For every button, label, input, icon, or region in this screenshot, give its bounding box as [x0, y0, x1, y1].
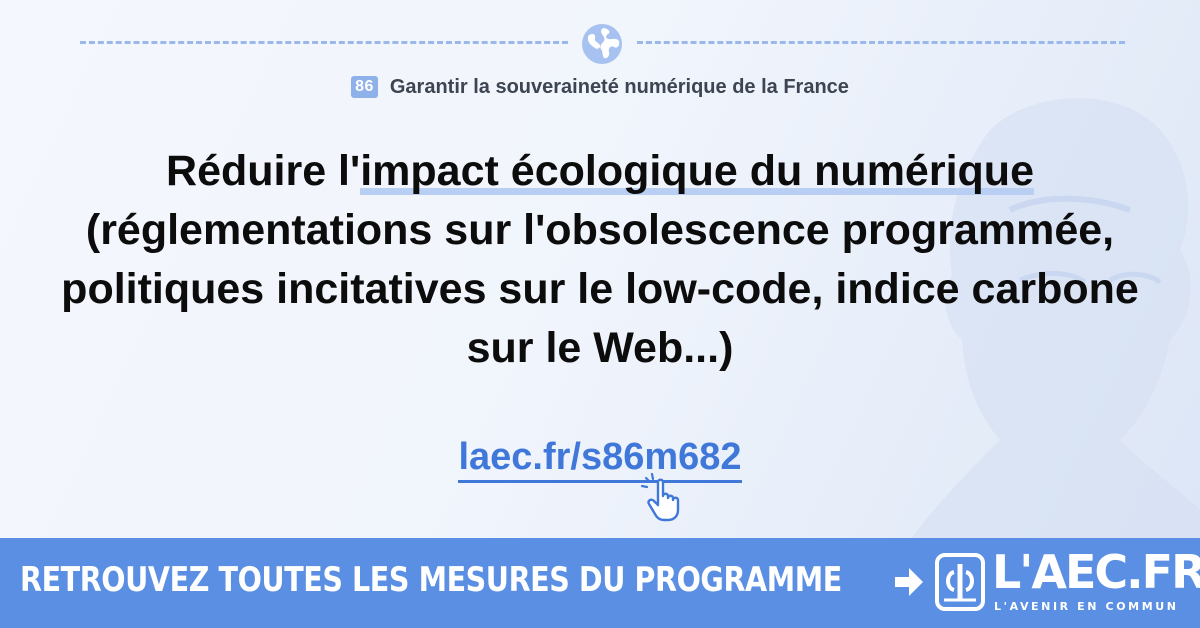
headline-highlight: impact écologique du numérique	[360, 147, 1034, 195]
divider-line-left	[80, 41, 568, 44]
chapter-number-badge: 86	[351, 76, 378, 98]
headline-text-start: Réduire l'	[166, 147, 361, 195]
globe-icon	[582, 24, 622, 64]
banner-text: RETROUVEZ TOUTES LES MESURES DU PROGRAMM…	[20, 560, 842, 600]
pointer-hand-icon	[640, 472, 680, 522]
programme-banner[interactable]: RETROUVEZ TOUTES LES MESURES DU PROGRAMM…	[0, 538, 1200, 628]
short-link-container: laec.fr/s86m682	[0, 436, 1200, 483]
logo-text: L'AEC.FR	[992, 545, 1200, 599]
chapter-title: Garantir la souveraineté numérique de la…	[389, 76, 849, 98]
headline-text-end: (réglementations sur l'obsolescence prog…	[61, 206, 1139, 372]
divider-line-right	[637, 41, 1125, 44]
top-divider	[80, 22, 1125, 64]
logo-subtitle: L'AVENIR EN COMMUN	[994, 600, 1179, 613]
chapter-header: 86 Garantir la souveraineté numérique de …	[0, 76, 1200, 99]
short-link[interactable]: laec.fr/s86m682	[458, 436, 742, 483]
phi-logo-icon	[935, 553, 985, 611]
measure-headline: Réduire l'impact écologique du numérique…	[40, 142, 1160, 378]
arrow-right-icon	[895, 568, 923, 596]
